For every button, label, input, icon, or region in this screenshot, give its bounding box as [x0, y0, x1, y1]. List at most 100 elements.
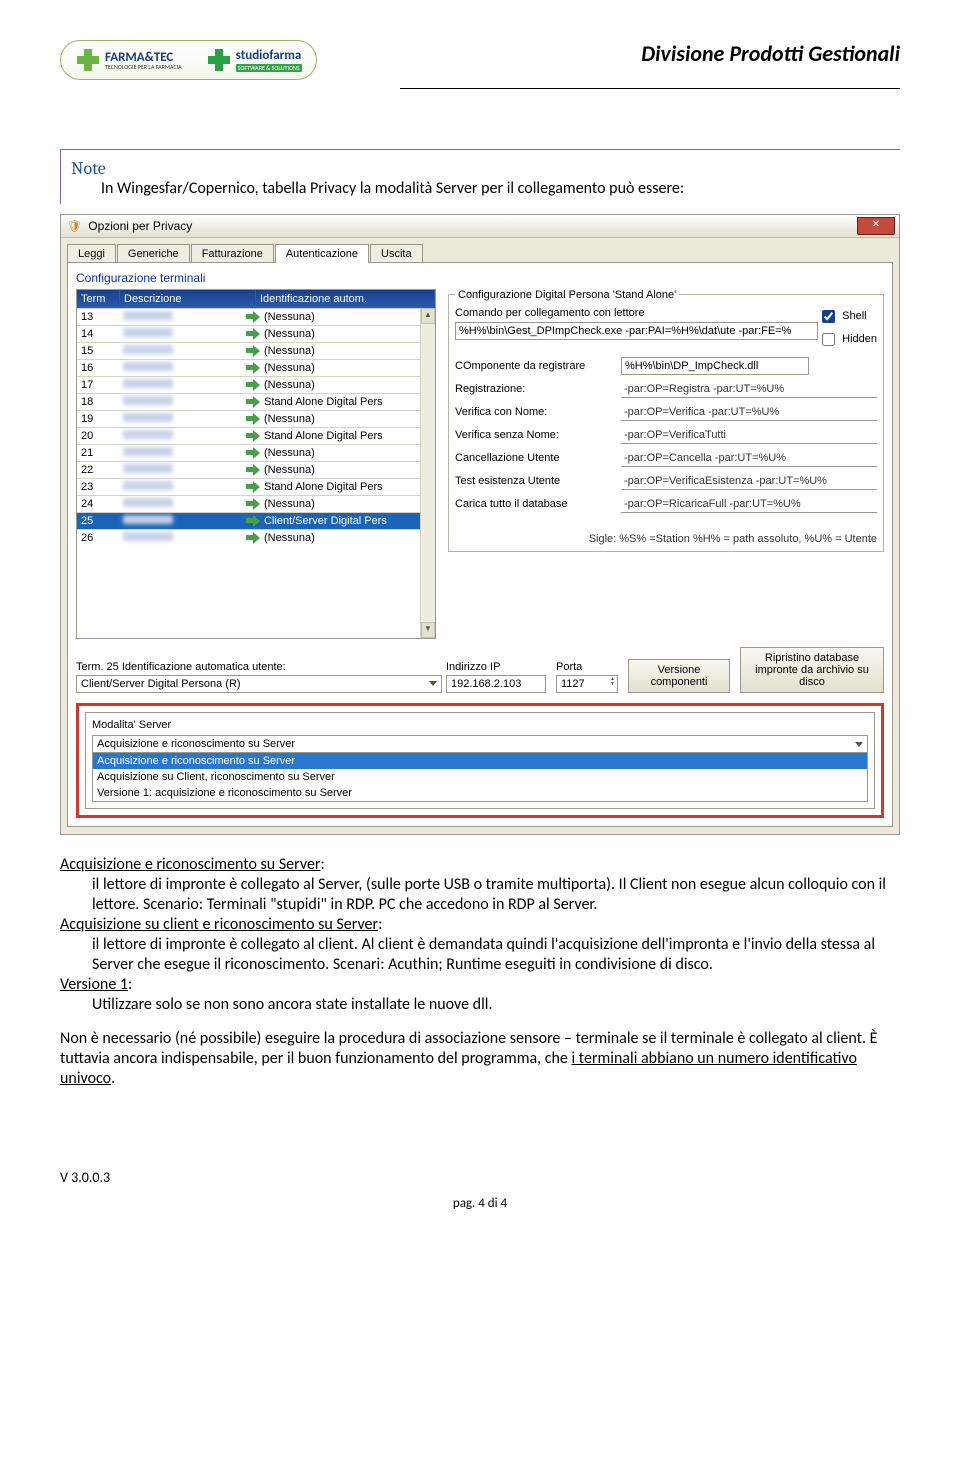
logos-box: FARMA&TEC TECNOLOGIE PER LA FARMACIA stu… [60, 40, 317, 80]
table-row[interactable]: 23Stand Alone Digital Pers [77, 478, 420, 495]
carica-label: Carica tutto il database [455, 498, 615, 510]
cell-term: 15 [77, 343, 119, 359]
arrow-right-icon [246, 481, 260, 493]
arrow-right-icon [246, 311, 260, 323]
digital-persona-group: Configurazione Digital Persona 'Stand Al… [448, 289, 884, 552]
scroll-up-icon[interactable]: ▲ [421, 308, 435, 324]
cell-term: 17 [77, 377, 119, 393]
note-intro: In Wingesfar/Copernico, tabella Privacy … [71, 179, 890, 200]
note-box: Note In Wingesfar/Copernico, tabella Pri… [60, 149, 900, 204]
cell-descr [119, 428, 242, 444]
srv-heading: Acquisizione e riconoscimento su Server [60, 855, 320, 874]
cell-term: 26 [77, 530, 119, 546]
modalita-server-title: Modalita' Server [92, 719, 868, 731]
ip-input[interactable] [446, 675, 546, 693]
tab-uscita[interactable]: Uscita [370, 244, 423, 263]
table-row[interactable]: 26(Nessuna) [77, 529, 420, 546]
server-mode-option[interactable]: Versione 1: acquisizione e riconosciment… [93, 785, 867, 801]
cli-heading: Acquisizione su client e riconoscimento … [60, 915, 378, 934]
table-row[interactable]: 16(Nessuna) [77, 359, 420, 376]
logo-farmatec: FARMA&TEC TECNOLOGIE PER LA FARMACIA [75, 47, 182, 73]
v1-text: Utilizzare solo se non sono ancora state… [60, 995, 900, 1015]
shell-checkbox[interactable]: Shell [818, 307, 877, 326]
versione-componenti-button[interactable]: Versione componenti [628, 659, 730, 693]
identification-dropdown[interactable]: Client/Server Digital Persona (R) [76, 675, 442, 693]
tab-fatturazione[interactable]: Fatturazione [191, 244, 274, 263]
table-row[interactable]: 22(Nessuna) [77, 461, 420, 478]
table-row[interactable]: 17(Nessuna) [77, 376, 420, 393]
cross-icon [206, 47, 232, 73]
verifica-nome-value: -par:OP=Verifica -par:UT=%U% [621, 404, 877, 421]
cell-term: 16 [77, 360, 119, 376]
dialog-title: Opzioni per Privacy [88, 219, 192, 233]
table-row[interactable]: 19 (Nessuna) [77, 410, 420, 427]
arrow-right-icon [246, 362, 260, 374]
table-row[interactable]: 21(Nessuna) [77, 444, 420, 461]
th-descr: Descrizione [120, 290, 256, 308]
cell-descr [119, 360, 242, 376]
registrazione-value: -par:OP=Registra -par:UT=%U% [621, 381, 877, 398]
tab-leggi[interactable]: Leggi [67, 244, 116, 263]
table-rows: 13(Nessuna)14(Nessuna)15(Nessuna)16(Ness… [77, 308, 420, 638]
cell-descr [119, 496, 242, 512]
carica-value: -par:OP=RicaricaFull -par:UT=%U% [621, 496, 877, 513]
cell-descr [119, 394, 242, 410]
cell-idauto: (Nessuna) [242, 309, 420, 325]
verifica-nome-label: Verifica con Nome: [455, 406, 615, 418]
footer: V 3.0.0.3 pag. 4 di 4 [60, 1169, 900, 1211]
hidden-checkbox[interactable]: Hidden [818, 330, 877, 349]
arrow-right-icon [246, 532, 260, 544]
table-row[interactable]: 18Stand Alone Digital Pers [77, 393, 420, 410]
scroll-down-icon[interactable]: ▼ [421, 622, 435, 638]
tab-panel-autenticazione: Configurazione terminali Term Descrizion… [67, 262, 893, 827]
server-mode-option[interactable]: Acquisizione e riconoscimento su Server [93, 753, 867, 769]
porta-label: Porta [556, 661, 618, 673]
term25-label: Term. 25 Identificazione automatica uten… [76, 661, 436, 673]
tab-autenticazione[interactable]: Autenticazione [275, 244, 369, 263]
cell-descr [119, 326, 242, 342]
tab-generiche[interactable]: Generiche [117, 244, 190, 263]
componente-input[interactable] [621, 357, 809, 375]
cell-descr [119, 462, 242, 478]
division-title: Divisione Prodotti Gestionali [641, 40, 900, 67]
cell-descr [119, 309, 242, 325]
modalita-server-highlight: Modalita' Server Acquisizione e riconosc… [76, 703, 884, 818]
tabs: LeggiGenericheFatturazioneAutenticazione… [61, 238, 899, 263]
privacy-dialog: 🛡 Opzioni per Privacy ✕ LeggiGenericheFa… [60, 214, 900, 835]
header-rule [400, 88, 900, 89]
cell-term: 21 [77, 445, 119, 461]
close-button[interactable]: ✕ [857, 217, 895, 235]
cell-idauto: Stand Alone Digital Pers [242, 428, 420, 444]
table-row[interactable]: 14(Nessuna) [77, 325, 420, 342]
porta-spinner[interactable]: 1127 [556, 675, 618, 693]
ripristino-button[interactable]: Ripristino database impronte da archivio… [740, 647, 884, 693]
scrollbar[interactable]: ▲ ▼ [420, 308, 435, 638]
cell-term: 18 [77, 394, 119, 410]
th-term: Term [77, 290, 120, 308]
cell-idauto: (Nessuna) [242, 343, 420, 359]
cell-idauto: (Nessuna) [242, 411, 420, 427]
table-row[interactable]: 24 (Nessuna) [77, 495, 420, 512]
table-header: Term Descrizione Identificazione autom. [77, 290, 435, 308]
cell-idauto: (Nessuna) [242, 496, 420, 512]
table-row[interactable]: 20Stand Alone Digital Pers [77, 427, 420, 444]
cmd-input[interactable] [455, 322, 818, 340]
final-paragraph: Non è necessario (né possibile) eseguire… [60, 1029, 900, 1089]
cell-term: 24 [77, 496, 119, 512]
cell-idauto: (Nessuna) [242, 462, 420, 478]
cell-term: 14 [77, 326, 119, 342]
sigle-legend: Sigle: %S% =Station %H% = path assoluto,… [455, 533, 877, 545]
cell-term: 25 [77, 513, 119, 529]
body-text: Acquisizione e riconoscimento su Server:… [60, 855, 900, 1089]
registrazione-label: Registrazione: [455, 383, 615, 395]
verifica-senza-label: Verifica senza Nome: [455, 429, 615, 441]
verifica-senza-value: -par:OP=VerificaTutti [621, 427, 877, 444]
server-mode-option[interactable]: Acquisizione su Client, riconoscimento s… [93, 769, 867, 785]
table-row[interactable]: 13(Nessuna) [77, 308, 420, 325]
modalita-server-dropdown[interactable]: Acquisizione e riconoscimento su Server [92, 735, 868, 753]
table-row[interactable]: 15 (Nessuna) [77, 342, 420, 359]
cell-term: 19 [77, 411, 119, 427]
v1-heading: Versione 1 [60, 975, 128, 994]
table-row[interactable]: 25Client/Server Digital Pers [77, 512, 420, 529]
modalita-server-options[interactable]: Acquisizione e riconoscimento su ServerA… [92, 753, 868, 802]
